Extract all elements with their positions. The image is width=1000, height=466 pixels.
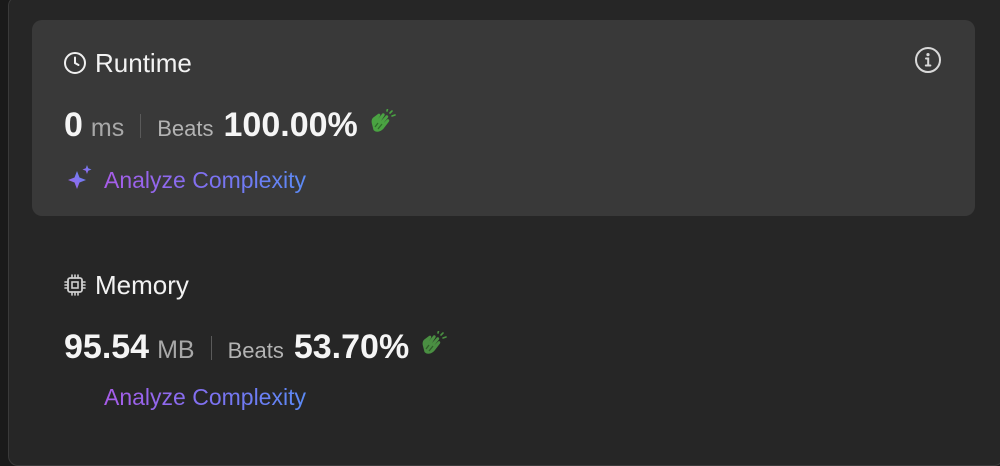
info-icon[interactable] bbox=[913, 45, 943, 75]
memory-stats: 95.54 MB Beats 53.70% bbox=[64, 328, 447, 367]
chip-icon bbox=[63, 273, 87, 297]
runtime-analyze-label: Analyze Complexity bbox=[104, 167, 306, 193]
memory-analyze-complexity-button[interactable]: Analyze Complexity bbox=[104, 384, 306, 411]
runtime-value: 0 bbox=[64, 106, 83, 144]
memory-analyze-label: Analyze Complexity bbox=[104, 384, 306, 410]
runtime-beats-label: Beats bbox=[157, 116, 214, 141]
divider bbox=[140, 113, 142, 138]
clock-icon bbox=[63, 51, 87, 75]
runtime-header: Runtime bbox=[63, 48, 192, 78]
memory-title: Memory bbox=[95, 269, 189, 300]
memory-header: Memory bbox=[63, 270, 189, 300]
runtime-unit: ms bbox=[90, 114, 125, 142]
memory-unit: MB bbox=[157, 336, 195, 364]
memory-beats-percent: 53.70% bbox=[293, 328, 410, 366]
clapping-hands-icon bbox=[366, 108, 396, 142]
runtime-beats-percent: 100.00% bbox=[223, 106, 358, 144]
memory-beats-label: Beats bbox=[227, 338, 284, 363]
divider bbox=[210, 335, 212, 360]
memory-section: Memory 95.54 MB Beats 53.70% Analyze Com… bbox=[32, 262, 975, 432]
runtime-title: Runtime bbox=[95, 47, 192, 78]
runtime-stats: 0 ms Beats 100.00% bbox=[64, 106, 396, 145]
runtime-analyze-complexity-button[interactable]: Analyze Complexity bbox=[64, 164, 306, 197]
sparkle-icon bbox=[64, 164, 94, 197]
clapping-hands-icon bbox=[417, 330, 447, 364]
memory-value: 95.54 bbox=[64, 328, 150, 366]
runtime-card: Runtime 0 ms Beats 100.00% Analyze Compl… bbox=[32, 20, 975, 216]
